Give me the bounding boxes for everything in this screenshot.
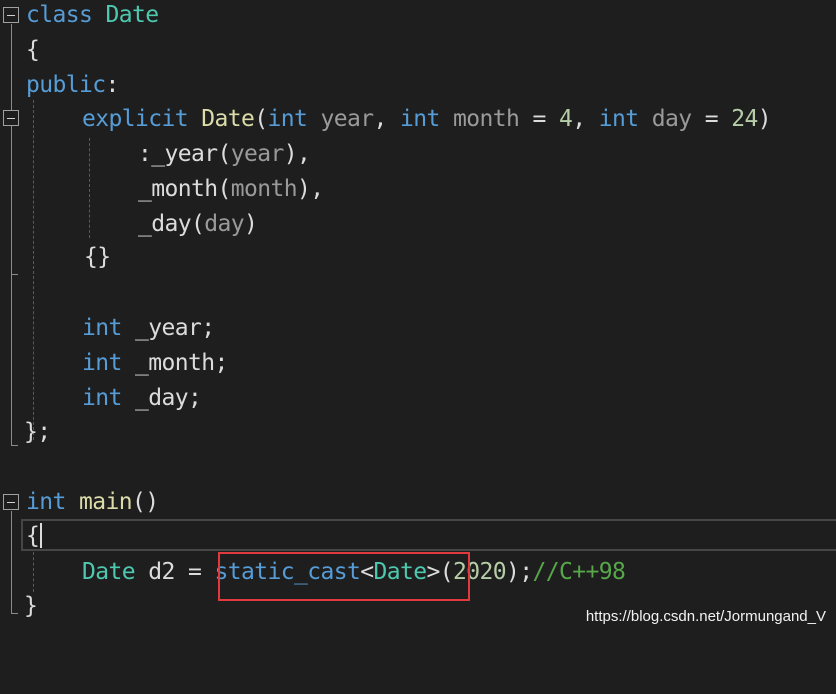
empty-parens: () [132,489,159,515]
type-date: Date [105,2,160,28]
arg-month: month [230,176,298,202]
equals: = [188,559,202,585]
arg-year: year [230,141,285,167]
keyword-int: int [82,315,122,341]
keyword-explicit: explicit [82,106,189,132]
colon: : [105,72,119,98]
type-date: Date [82,559,136,585]
keyword-int: int [82,350,122,376]
code-editor[interactable]: class Date { public: explicit Date(int y… [0,0,836,632]
function-main: main [79,489,133,515]
close-paren: ) [244,211,258,237]
watermark: https://blog.csdn.net/Jormungand_V [585,608,826,625]
code-line-8: {} [0,240,836,275]
keyword-int: int [26,489,66,515]
keyword-int: int [399,106,440,132]
close-paren: ) [757,106,772,132]
close-paren-semicolon: ); [505,559,533,585]
code-line-4: explicit Date(int year, int month = 4, i… [0,102,836,137]
member-day: _day; [135,385,202,411]
param-month: month [452,106,520,132]
comment-cpp98: //C++98 [532,559,626,585]
comma: , [572,106,586,132]
default-month: 4 [558,106,573,132]
equals: = [704,106,719,132]
code-line-2: { [0,33,836,68]
close-class: }; [24,419,51,445]
code-line-16: { [0,519,836,554]
code-line-3: public: [0,68,836,103]
code-line-7: _day(day) [0,207,836,242]
open-paren: ( [217,176,231,202]
close-brace: } [24,593,38,619]
code-line-1: class Date [0,0,836,33]
member-month: _month; [135,350,228,376]
member-year: _year; [135,315,215,341]
open-paren: ( [254,106,268,132]
code-line-10: int _year; [0,311,836,346]
equals: = [532,106,546,132]
text-caret [40,523,42,548]
open-paren: ( [217,141,231,167]
member-year-init: :_year [138,141,218,167]
default-day: 24 [731,106,758,132]
open-brace: { [26,523,40,549]
static-cast-highlight-box [218,552,470,601]
param-day: day [651,106,692,132]
keyword-int: int [267,106,308,132]
code-line-15: int main() [0,485,836,520]
variable-d2: d2 [148,559,175,585]
constructor-name: Date [201,106,255,132]
arg-day: day [204,211,244,237]
code-line-12: int _day; [0,381,836,416]
close-paren-comma: ), [296,176,324,202]
open-brace: { [26,37,40,63]
code-line-11: int _month; [0,346,836,381]
keyword-int: int [598,106,639,132]
code-line-13: }; [0,415,836,450]
open-paren: ( [191,211,205,237]
keyword-public: public [26,72,106,98]
close-paren-comma: ), [283,141,311,167]
comma: , [373,106,387,132]
keyword-class: class [26,2,93,28]
code-line-6: _month(month), [0,172,836,207]
keyword-int: int [82,385,122,411]
constructor-body: {} [84,244,111,270]
param-year: year [320,106,374,132]
member-month-init: _month [138,176,218,202]
code-line-5: :_year(year), [0,137,836,172]
member-day-init: _day [138,211,192,237]
